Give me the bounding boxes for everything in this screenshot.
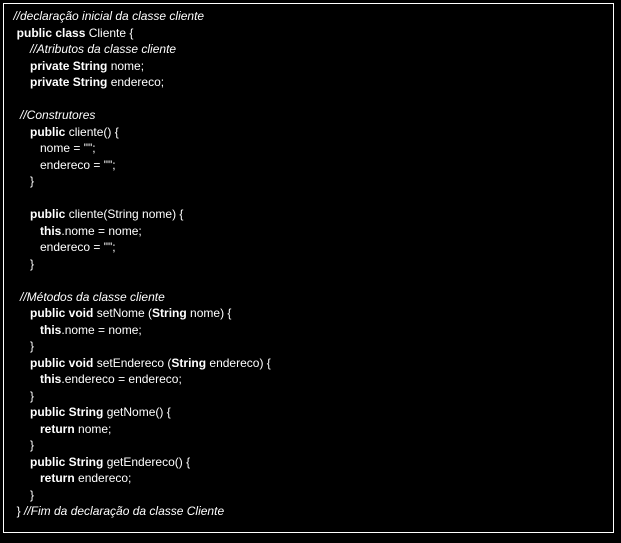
code-token: .endereco = endereco; [61,372,181,386]
code-token: //Métodos da classe cliente [10,290,165,304]
code-token: nome = ""; [10,141,96,155]
code-token [10,125,30,139]
code-token: String [152,306,187,320]
code-line: public cliente() { [10,124,607,141]
code-token: public void [30,356,93,370]
code-token: } [10,174,34,188]
code-token: nome; [107,59,144,73]
code-token [10,59,30,73]
code-line [10,91,607,108]
code-line: this.nome = nome; [10,223,607,240]
code-line: } [10,388,607,405]
code-token [10,471,40,485]
code-token: return [40,422,75,436]
code-token [10,26,17,40]
code-line: } //Fim da declaração da classe Cliente [10,503,607,520]
code-token: endereco = ""; [10,240,116,254]
code-token: cliente(String nome) { [65,207,183,221]
code-token: endereco) { [206,356,271,370]
code-line: //Construtores [10,107,607,124]
code-token: setNome ( [93,306,152,320]
code-token: public String [30,405,103,419]
code-token: return [40,471,75,485]
code-line: } [10,256,607,273]
code-line: } [10,487,607,504]
code-token: this [40,224,61,238]
code-line: nome = ""; [10,140,607,157]
code-token [10,323,40,337]
code-token: private String [30,59,107,73]
code-token: .nome = nome; [61,323,141,337]
code-box: //declaração inicial da classe cliente p… [3,3,614,533]
code-token: //declaração inicial da classe cliente [10,9,204,23]
code-token: } [10,438,34,452]
code-token: } [10,339,34,353]
code-token: public [30,125,65,139]
code-token: } [10,389,34,403]
code-token: public [30,207,65,221]
code-line: } [10,173,607,190]
code-token [10,455,30,469]
code-line: public void setNome (String nome) { [10,305,607,322]
code-token: this [40,323,61,337]
code-token [10,306,30,320]
code-line: this.nome = nome; [10,322,607,339]
code-line: this.endereco = endereco; [10,371,607,388]
code-token: getEndereco() { [103,455,190,469]
code-token: //Atributos da classe cliente [10,42,176,56]
code-line: } [10,338,607,355]
code-token: private String [30,75,107,89]
code-token [10,75,30,89]
code-line: public class Cliente { [10,25,607,42]
code-token: } [10,257,34,271]
code-line: endereco = ""; [10,157,607,174]
code-token: //Construtores [10,108,95,122]
code-token: getNome() { [103,405,170,419]
code-line: endereco = ""; [10,239,607,256]
code-token: this [40,372,61,386]
code-line: public cliente(String nome) { [10,206,607,223]
code-line: return nome; [10,421,607,438]
code-line: public void setEndereco (String endereco… [10,355,607,372]
code-token: setEndereco ( [93,356,171,370]
code-line: return endereco; [10,470,607,487]
code-token: endereco; [107,75,164,89]
code-line: private String endereco; [10,74,607,91]
code-token: endereco; [75,471,132,485]
code-token: } [10,504,24,518]
code-token: } [10,488,34,502]
code-token: nome) { [187,306,232,320]
code-token [10,356,30,370]
code-line [10,272,607,289]
code-line: } [10,437,607,454]
code-line: public String getEndereco() { [10,454,607,471]
code-line: //Atributos da classe cliente [10,41,607,58]
code-token: public String [30,455,103,469]
code-token [10,372,40,386]
code-token: Cliente { [85,26,133,40]
code-line: public String getNome() { [10,404,607,421]
code-token: cliente() { [65,125,118,139]
code-token: String [171,356,206,370]
code-token: endereco = ""; [10,158,116,172]
code-token: public class [17,26,86,40]
code-token [10,207,30,221]
code-token: nome; [75,422,112,436]
code-token: .nome = nome; [61,224,141,238]
code-token: //Fim da declaração da classe Cliente [24,504,224,518]
code-line: //Métodos da classe cliente [10,289,607,306]
code-token [10,422,40,436]
code-token: public void [30,306,93,320]
code-token [10,405,30,419]
code-token [10,224,40,238]
code-line: //declaração inicial da classe cliente [10,8,607,25]
code-line [10,190,607,207]
code-line: private String nome; [10,58,607,75]
